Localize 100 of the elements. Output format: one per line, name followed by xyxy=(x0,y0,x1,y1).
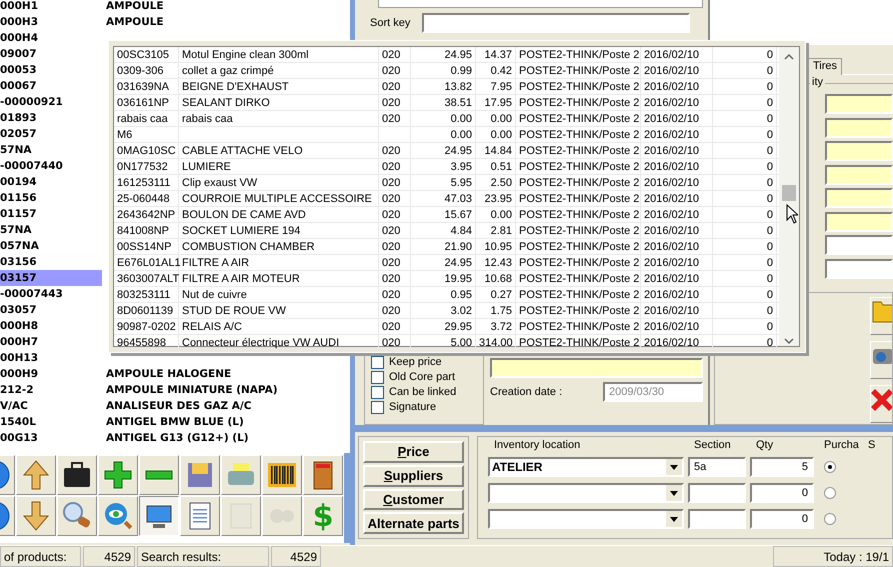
product-code[interactable]: 000H8 xyxy=(0,318,102,334)
table-cell[interactable]: 10.95 xyxy=(476,239,516,255)
table-cell[interactable]: 020 xyxy=(379,63,411,79)
product-description[interactable]: AMPOULE HALOGENE xyxy=(106,366,350,382)
text-field[interactable] xyxy=(378,0,703,8)
table-cell[interactable]: 2.81 xyxy=(476,223,516,239)
table-cell[interactable]: 47.03 xyxy=(411,191,476,207)
table-cell[interactable]: BEIGNE D'EXHAUST xyxy=(179,79,379,95)
table-cell[interactable]: 0 xyxy=(713,111,777,127)
table-cell[interactable]: 00SS14NP xyxy=(114,239,179,255)
section-field[interactable] xyxy=(688,509,746,529)
product-code[interactable]: -00007440 xyxy=(0,158,102,174)
location-dropdown[interactable] xyxy=(488,483,684,503)
table-cell[interactable]: 2016/02/10 xyxy=(641,175,713,191)
table-cell[interactable]: STUD DE ROUE VW xyxy=(179,303,379,319)
table-cell[interactable]: SOCKET LUMIERE 194 xyxy=(179,223,379,239)
table-cell[interactable]: 0 xyxy=(713,95,777,111)
table-cell[interactable]: 3.95 xyxy=(411,159,476,175)
table-cell[interactable]: 29.95 xyxy=(411,319,476,335)
table-cell[interactable]: 2016/02/10 xyxy=(641,111,713,127)
product-code[interactable]: 01156 xyxy=(0,190,102,206)
table-cell[interactable]: 2016/02/10 xyxy=(641,239,713,255)
table-cell[interactable]: 2016/02/10 xyxy=(641,207,713,223)
table-cell[interactable]: E676L01AL1 xyxy=(114,255,179,271)
table-cell[interactable]: 020 xyxy=(379,191,411,207)
table-cell[interactable]: 020 xyxy=(379,303,411,319)
table-cell[interactable]: 0.00 xyxy=(411,127,476,143)
table-cell[interactable]: COURROIE MULTIPLE ACCESSOIRE xyxy=(179,191,379,207)
table-cell[interactable]: 19.95 xyxy=(411,271,476,287)
product-code[interactable]: 00H13 xyxy=(0,350,102,366)
table-cell[interactable]: 2016/02/10 xyxy=(641,63,713,79)
location-dropdown[interactable] xyxy=(488,509,684,529)
text-field[interactable] xyxy=(825,164,893,184)
table-cell[interactable]: BOULON DE CAME AVD xyxy=(179,207,379,223)
product-code[interactable]: -00000921 xyxy=(0,94,102,110)
table-cell[interactable]: 24.95 xyxy=(411,255,476,271)
action-button[interactable] xyxy=(870,385,892,423)
table-cell[interactable]: POSTE2-THINK/Poste 2 xyxy=(516,127,641,143)
table-cell[interactable]: 020 xyxy=(379,79,411,95)
text-field[interactable] xyxy=(825,94,893,114)
table-cell[interactable]: 7.95 xyxy=(476,79,516,95)
table-cell[interactable]: 2016/02/10 xyxy=(641,287,713,303)
product-code[interactable]: 000H7 xyxy=(0,334,102,350)
text-field[interactable] xyxy=(825,141,893,161)
checkbox[interactable] xyxy=(371,400,384,414)
table-cell[interactable]: 2.50 xyxy=(476,175,516,191)
table-cell[interactable]: 38.51 xyxy=(411,95,476,111)
table-cell[interactable]: 15.67 xyxy=(411,207,476,223)
table-cell[interactable]: 0 xyxy=(713,335,777,351)
table-cell[interactable]: 0.42 xyxy=(476,63,516,79)
table-cell[interactable]: 0 xyxy=(713,159,777,175)
nav-button[interactable]: Customer xyxy=(363,488,464,510)
table-cell[interactable]: 2016/02/10 xyxy=(641,143,713,159)
product-code[interactable]: V/AC xyxy=(0,398,102,414)
table-cell[interactable]: Motul Engine clean 300ml xyxy=(179,47,379,63)
toolbar-button[interactable] xyxy=(139,496,179,536)
product-description[interactable]: AMPOULE MINIATURE (NAPA) xyxy=(106,382,350,398)
table-cell[interactable]: 020 xyxy=(379,111,411,127)
table-cell[interactable]: POSTE2-THINK/Poste 2 xyxy=(516,207,641,223)
table-cell[interactable]: 2016/02/10 xyxy=(641,303,713,319)
table-cell[interactable]: 0MAG10SC xyxy=(114,143,179,159)
table-cell[interactable]: 2016/02/10 xyxy=(641,223,713,239)
table-cell[interactable]: 0.00 xyxy=(476,127,516,143)
product-description[interactable]: AMPOULE xyxy=(106,14,350,30)
table-cell[interactable]: 0.00 xyxy=(476,111,516,127)
table-cell[interactable]: 3603007ALT xyxy=(114,271,179,287)
qty-field[interactable]: 5 xyxy=(750,457,814,477)
table-cell[interactable]: 020 xyxy=(379,319,411,335)
table-cell[interactable]: 2016/02/10 xyxy=(641,271,713,287)
table-cell[interactable]: 0 xyxy=(713,79,777,95)
table-cell[interactable]: 0 xyxy=(713,287,777,303)
product-code[interactable]: 057NA xyxy=(0,238,102,254)
table-cell[interactable]: 17.95 xyxy=(476,95,516,111)
table-cell[interactable]: POSTE2-THINK/Poste 2 xyxy=(516,239,641,255)
table-cell[interactable]: 0.95 xyxy=(411,287,476,303)
product-code[interactable]: 000H4 xyxy=(0,30,102,46)
table-cell[interactable]: 020 xyxy=(379,175,411,191)
table-cell[interactable]: collet a gaz crimpé xyxy=(179,63,379,79)
table-cell[interactable]: LUMIERE xyxy=(179,159,379,175)
table-cell[interactable]: 23.95 xyxy=(476,191,516,207)
table-cell[interactable]: POSTE2-THINK/Poste 2 xyxy=(516,287,641,303)
checkbox[interactable] xyxy=(371,386,384,398)
product-description[interactable]: ANTIGEL G13 (G12+) (L) xyxy=(106,430,350,446)
table-cell[interactable]: POSTE2-THINK/Poste 2 xyxy=(516,319,641,335)
table-cell[interactable]: 2643642NP xyxy=(114,207,179,223)
table-cell[interactable]: M6 xyxy=(114,127,179,143)
table-cell[interactable]: 3.72 xyxy=(476,319,516,335)
product-code[interactable]: 00067 xyxy=(0,78,102,94)
table-cell[interactable]: 1.75 xyxy=(476,303,516,319)
radio-button[interactable] xyxy=(824,513,836,525)
table-cell[interactable]: POSTE2-THINK/Poste 2 xyxy=(516,47,641,63)
table-cell[interactable]: 5.95 xyxy=(411,175,476,191)
table-cell[interactable]: 2016/02/10 xyxy=(641,159,713,175)
table-cell[interactable]: 2016/02/10 xyxy=(641,191,713,207)
checkbox[interactable] xyxy=(371,356,384,368)
table-cell[interactable]: 13.82 xyxy=(411,79,476,95)
qty-field[interactable]: 0 xyxy=(750,483,814,503)
table-cell[interactable]: 2016/02/10 xyxy=(641,335,713,351)
table-cell[interactable]: 2016/02/10 xyxy=(641,79,713,95)
table-cell[interactable]: 161253111 xyxy=(114,175,179,191)
